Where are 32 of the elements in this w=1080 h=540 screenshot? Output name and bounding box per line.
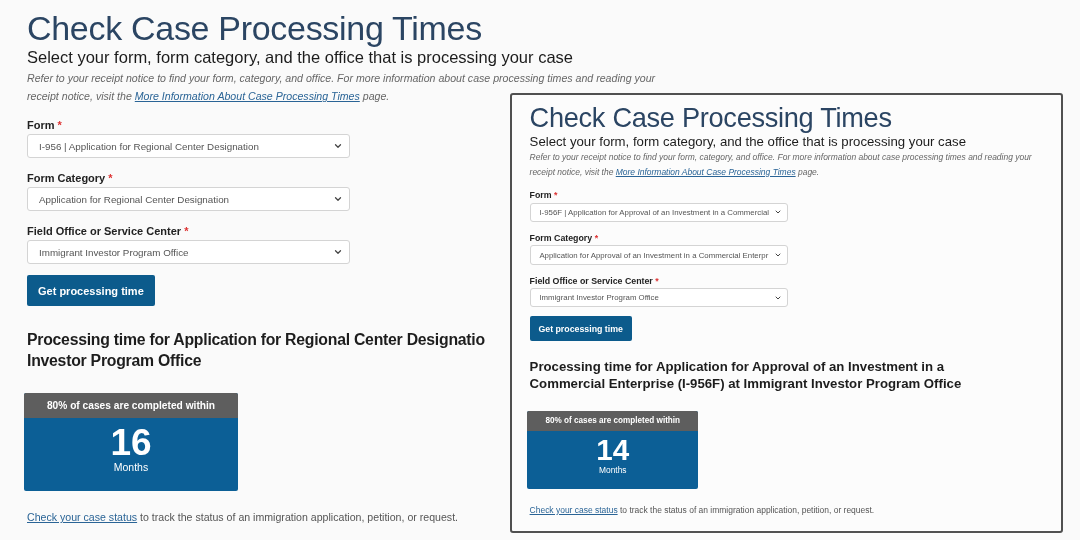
status-text: Check your case status to track the status of an immigration application, petition, or request.	[529, 505, 875, 515]
get-time-button[interactable]: Get processing time	[27, 275, 155, 307]
case-status-link[interactable]: Check your case status	[529, 505, 618, 515]
info-link[interactable]: More Information About Case Processing Times	[134, 90, 360, 103]
field-label: Form Category *	[529, 233, 599, 244]
field-label: Field Office or Service Center *	[529, 275, 659, 286]
status-text: Check your case status to track the status of an immigration application, petition, or request.	[27, 511, 459, 524]
get-time-button[interactable]: Get processing time	[529, 316, 632, 341]
months-unit: Months	[599, 465, 627, 475]
result-heading: Processing time for Application for Approval of an Investment in a Commercial Enterprise (I-956F) at Immigrant Investor Program Office	[529, 359, 963, 393]
page-subtitle: Select your form, form category, and the office that is processing your case	[529, 133, 966, 149]
months-value: 14	[596, 435, 630, 465]
notice-text: Refer to your receipt notice to find your form, category, and office. For more information about case processing times and reading your receipt notice, visit the More Information About Case Processing Times page.	[529, 151, 1033, 179]
field-label: Form *	[27, 119, 62, 132]
card-caption: 80% of cases are completed within	[527, 410, 699, 431]
page-title: Check Case Processing Times	[529, 103, 892, 133]
page-subtitle: Select your form, form category, and the office that is processing your case	[27, 48, 573, 68]
result-heading: Investor Program Office	[27, 351, 202, 372]
info-link[interactable]: More Information About Case Processing Times	[615, 166, 796, 177]
select-field[interactable]: Immigrant Investor Program Office	[27, 240, 350, 265]
months-unit: Months	[113, 461, 149, 474]
card-caption: 80% of cases are completed within	[24, 393, 238, 419]
page-title: Check Case Processing Times	[27, 10, 482, 48]
months-value: 16	[110, 424, 152, 462]
field-label: Form Category *	[27, 172, 113, 185]
notice-text: Refer to your receipt notice to find your form, category, and office. For more information about case processing times and reading your receipt notice, visit the More Information About Case Processing Times page.	[27, 71, 657, 105]
field-label: Form *	[529, 190, 558, 201]
case-status-link[interactable]: Check your case status	[27, 511, 138, 524]
select-field[interactable]: Application for Regional Center Designation	[27, 187, 350, 212]
result-heading: Processing time for Application for Regional Center Designatio	[27, 330, 485, 351]
field-label: Field Office or Service Center *	[27, 225, 189, 238]
select-field[interactable]: I-956 | Application for Regional Center Designation	[27, 134, 350, 159]
